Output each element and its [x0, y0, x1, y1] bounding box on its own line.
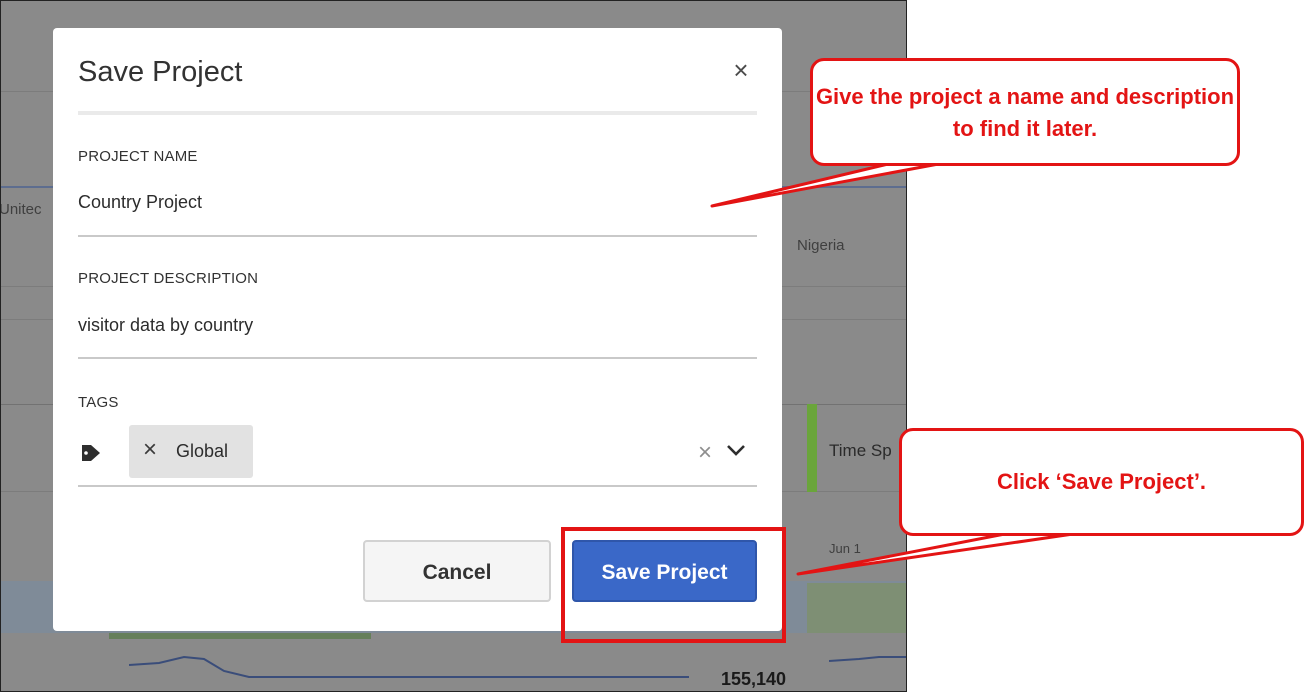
save-button-highlight [561, 527, 786, 643]
annotation-callout-bottom: Click ‘Save Project’. [899, 428, 1304, 536]
annotation-callout-top: Give the project a name and description … [810, 58, 1240, 166]
